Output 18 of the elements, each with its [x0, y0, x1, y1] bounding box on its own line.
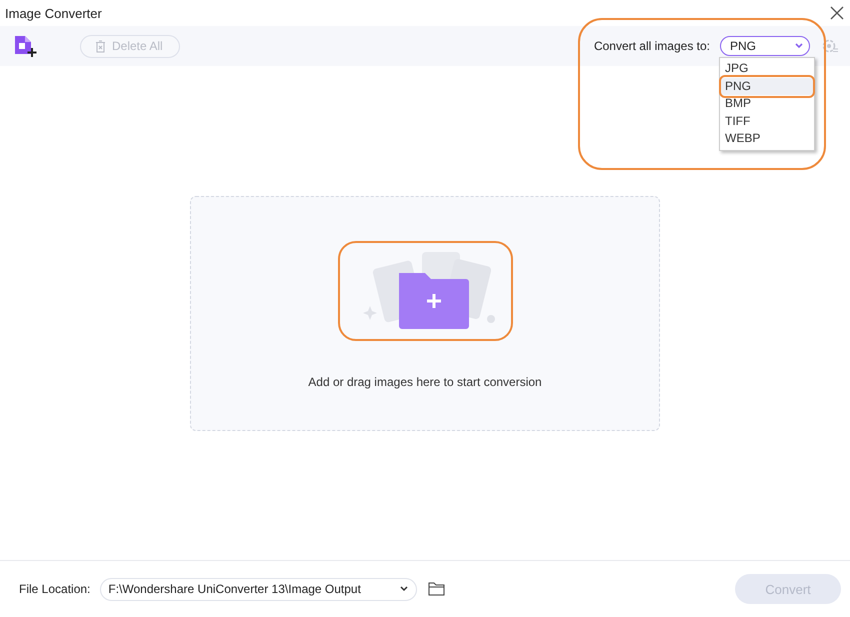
format-option[interactable]: JPG: [720, 60, 814, 78]
file-location-label: File Location:: [19, 582, 90, 596]
format-select[interactable]: PNG: [720, 36, 810, 56]
convert-format-label: Convert all images to:: [594, 39, 710, 53]
chevron-down-icon: [400, 586, 408, 592]
window-title: Image Converter: [5, 6, 102, 20]
trash-icon: [95, 40, 106, 52]
close-icon[interactable]: [830, 6, 844, 20]
folder-icon[interactable]: [428, 582, 446, 596]
drop-zone[interactable]: Add or drag images here to start conversion: [190, 196, 660, 430]
drop-hint: Add or drag images here to start conversion: [308, 374, 542, 388]
add-file-icon[interactable]: [14, 34, 38, 58]
chevron-down-icon: [795, 43, 803, 49]
format-option[interactable]: BMP: [720, 95, 814, 112]
format-option[interactable]: WEBP: [720, 130, 814, 148]
file-location-select[interactable]: F:\Wondershare UniConverter 13\Image Output: [100, 578, 418, 600]
format-option[interactable]: PNG: [720, 78, 814, 95]
format-option[interactable]: TIFF: [720, 112, 814, 130]
